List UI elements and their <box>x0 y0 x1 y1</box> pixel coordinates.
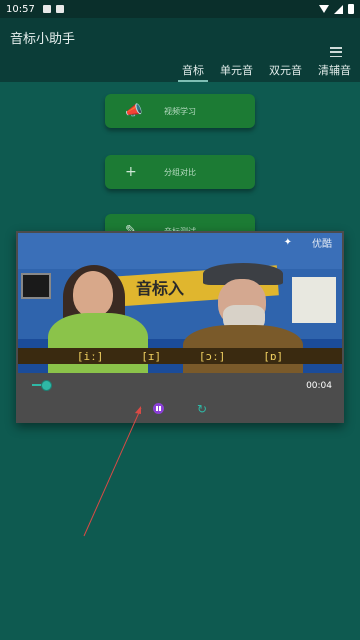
phonetic-symbol: [ɪ] <box>141 349 162 363</box>
phonetic-symbol: [iː] <box>76 349 104 363</box>
video-frame[interactable]: 音标入 [iː] [ɪ] [ɔː] [ɒ] ✦ 优酷 <box>18 233 342 373</box>
replay-button[interactable]: ↻ <box>195 402 209 416</box>
tab-monophthongs[interactable]: 单元音 <box>212 58 261 82</box>
group-compare-label: 分组对比 <box>164 167 196 177</box>
video-board-prop <box>292 277 336 323</box>
tab-bar: 音标 单元音 双元音 清辅音 <box>174 58 360 82</box>
video-host-woman <box>73 271 113 317</box>
status-time: 10:57 <box>6 3 35 15</box>
app-notification-icon <box>55 5 64 13</box>
plus-icon: + <box>125 164 137 180</box>
group-compare-button[interactable]: + 分组对比 <box>105 155 255 189</box>
tab-diphthongs[interactable]: 双元音 <box>261 58 310 82</box>
phonetic-symbol: [ɔː] <box>198 349 226 363</box>
annotation-arrow <box>83 407 142 537</box>
megaphone-icon: 📣 <box>125 103 143 119</box>
pause-button[interactable] <box>153 403 164 414</box>
sparkle-icon: ✦ <box>283 237 292 248</box>
signal-icon <box>334 4 343 14</box>
pause-icon <box>156 406 161 411</box>
phonetic-strip: [iː] [ɪ] [ɔː] [ɒ] <box>18 348 342 364</box>
status-bar: 10:57 <box>0 0 360 18</box>
menu-icon[interactable] <box>330 47 342 57</box>
notification-icons <box>42 5 64 13</box>
replay-icon: ↻ <box>196 402 208 416</box>
tab-phonetics[interactable]: 音标 <box>174 58 212 82</box>
gallery-notification-icon <box>42 5 51 13</box>
video-watermark: 优酷 <box>312 239 332 250</box>
phonetic-symbol: [ɒ] <box>263 349 284 363</box>
seekbar-thumb[interactable] <box>41 380 52 391</box>
app-bar: 音标小助手 音标 单元音 双元音 清辅音 <box>0 18 360 82</box>
video-tv-prop <box>21 273 51 299</box>
video-learning-label: 视频学习 <box>164 106 196 116</box>
video-player-dialog: 音标入 [iː] [ɪ] [ɔː] [ɒ] ✦ 优酷 00:04 ↻ <box>16 231 344 423</box>
video-learning-button[interactable]: 📣 视频学习 <box>105 94 255 128</box>
system-icons <box>319 4 354 14</box>
video-sign-text: 音标入 <box>136 279 185 298</box>
wifi-icon <box>319 5 329 13</box>
app-title: 音标小助手 <box>10 32 76 47</box>
battery-icon <box>348 4 354 14</box>
current-time: 00:04 <box>306 381 332 391</box>
tab-voiceless-consonants[interactable]: 清辅音 <box>310 58 360 82</box>
